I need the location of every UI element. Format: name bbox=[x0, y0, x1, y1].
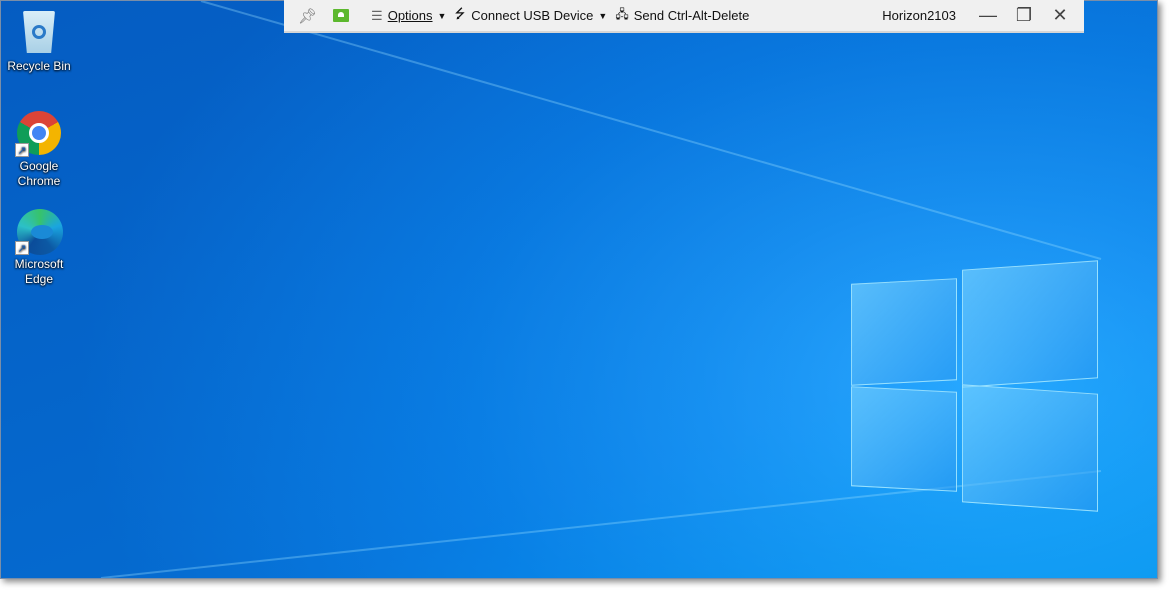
network-icon: 🖧︎ bbox=[615, 7, 629, 21]
connect-usb-menu[interactable]: ⭍ Connect USB Device ▼ bbox=[454, 5, 607, 27]
pin-icon[interactable]: 📌︎ bbox=[298, 7, 317, 25]
close-button[interactable]: ✕ bbox=[1042, 5, 1078, 26]
monitor-icon[interactable] bbox=[333, 9, 350, 22]
cad-label: Send Ctrl-Alt-Delete bbox=[633, 8, 750, 23]
options-menu[interactable]: ☰ Options ▼ bbox=[371, 8, 446, 24]
shortcut-arrow-icon: ↗ bbox=[15, 241, 29, 255]
desktop-icon-recycle-bin[interactable]: Recycle Bin bbox=[5, 9, 73, 74]
horizon-toolbar: 📌︎ ☰ Options ▼ ⭍ Connect USB Device ▼ 🖧︎… bbox=[284, 0, 1084, 33]
send-ctrl-alt-delete-button[interactable]: 🖧︎ Send Ctrl-Alt-Delete bbox=[615, 5, 749, 26]
icon-label: Edge bbox=[24, 272, 54, 286]
icon-label: Microsoft bbox=[14, 257, 64, 271]
host-name: Horizon2103 bbox=[882, 8, 956, 23]
shortcut-arrow-icon: ↗ bbox=[15, 143, 29, 157]
icon-label: Chrome bbox=[17, 174, 61, 188]
menu-icon: ☰ bbox=[371, 7, 383, 23]
minimize-button[interactable]: — bbox=[970, 5, 1006, 26]
desktop-icon-google-chrome[interactable]: ↗ Google Chrome bbox=[5, 109, 73, 189]
recycle-bin-icon bbox=[15, 9, 63, 57]
usb-label: Connect USB Device bbox=[471, 8, 594, 23]
desktop-icon-microsoft-edge[interactable]: ↗ Microsoft Edge bbox=[5, 207, 73, 287]
chrome-icon: ↗ bbox=[15, 109, 63, 157]
options-label: Options bbox=[387, 8, 433, 23]
icon-label: Recycle Bin bbox=[7, 59, 71, 73]
restore-button[interactable]: ❐ bbox=[1006, 5, 1042, 26]
light-beam bbox=[200, 1, 1102, 260]
icon-label: Google bbox=[19, 159, 59, 173]
remote-desktop: Recycle Bin ↗ Google Chrome ↗ Microsoft … bbox=[0, 0, 1158, 579]
usb-icon: ⭍ bbox=[454, 5, 466, 21]
caret-down-icon: ▼ bbox=[598, 10, 608, 21]
caret-down-icon: ▼ bbox=[437, 10, 447, 21]
edge-icon: ↗ bbox=[15, 207, 63, 255]
